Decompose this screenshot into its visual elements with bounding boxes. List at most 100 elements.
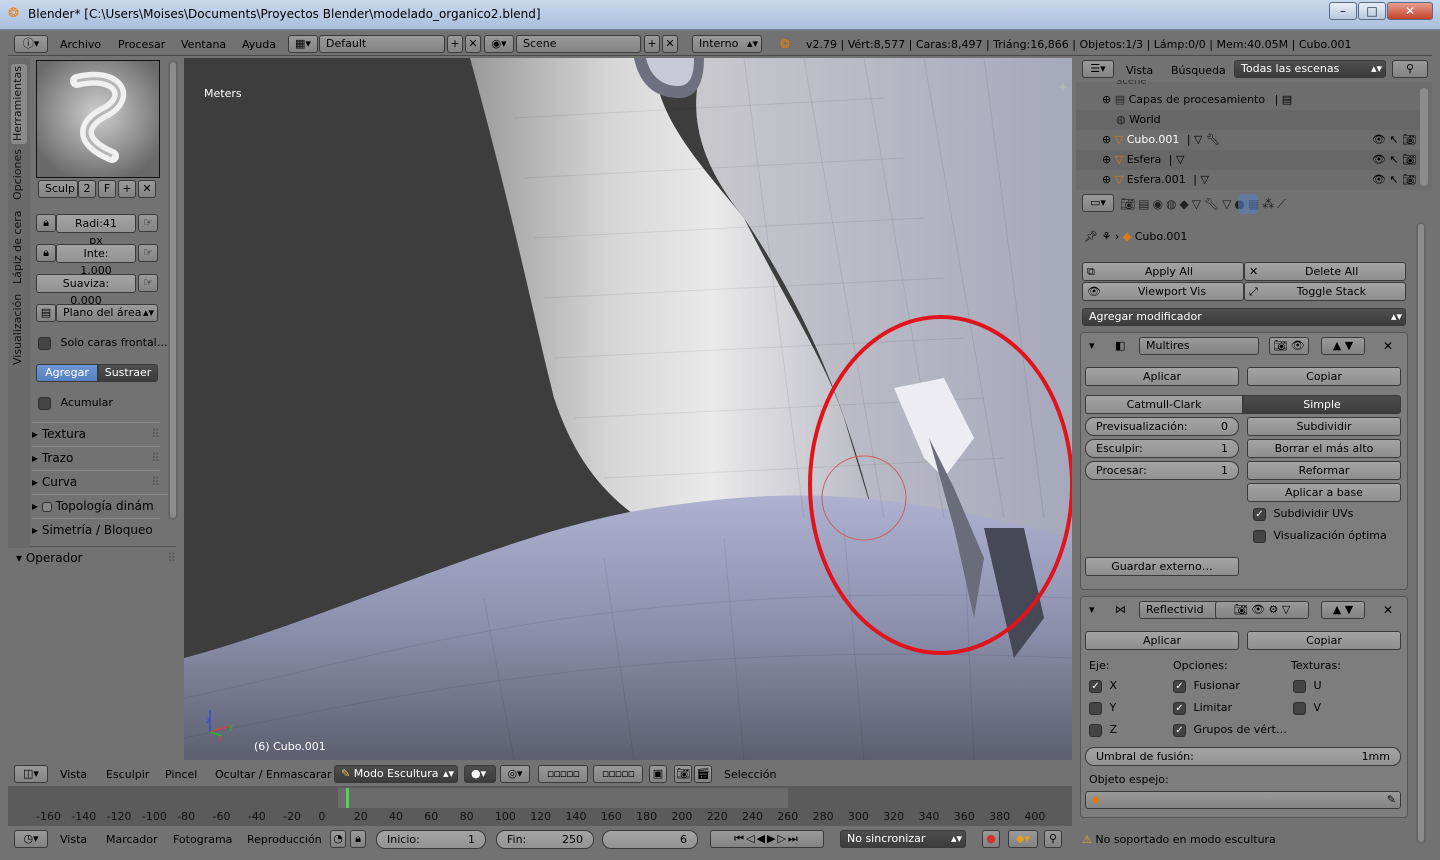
save-external-button[interactable]: Guardar externo… [1085, 557, 1239, 576]
texture-u-check-icon[interactable] [1293, 679, 1306, 693]
lock-icon[interactable]: 🔒︎ [350, 830, 366, 848]
brush-preview[interactable] [36, 60, 160, 178]
sculpt-levels-slider[interactable]: Esculpir: 1 [1085, 439, 1239, 458]
record-icon[interactable]: ● [982, 830, 1000, 848]
outliner-row-world[interactable]: ◍ World [1076, 110, 1420, 130]
add-button[interactable]: Agregar [36, 364, 98, 382]
outliner-row-scene[interactable]: Scene [1076, 80, 1420, 90]
render-icon[interactable]: 📷︎ [674, 765, 692, 783]
mirror-object-field[interactable]: ◆ ✎ [1085, 791, 1401, 809]
reshape-button[interactable]: Reformar [1247, 461, 1401, 480]
outliner-scrollbar[interactable] [1420, 88, 1428, 186]
tab-herramientas[interactable]: Herramientas [11, 64, 27, 144]
merge-checkbox[interactable]: ✓ Fusionar [1173, 679, 1240, 693]
menu-busqueda[interactable]: Búsqueda [1171, 64, 1226, 77]
preview-levels-slider[interactable]: Previsualización: 0 [1085, 417, 1239, 436]
scene-icon[interactable]: ◉▾ [484, 35, 514, 53]
outliner-row-esfera001[interactable]: ⊕ ▽ Esfera.001 | ▽ 👁︎ ↖ 📷︎ [1076, 170, 1420, 190]
remove-multires-icon[interactable]: ✕ [1383, 339, 1393, 353]
merge-check-icon[interactable]: ✓ [1173, 679, 1186, 693]
keyframe-icon[interactable]: ⚲ [1044, 830, 1062, 848]
subtract-button[interactable]: Sustraer [98, 364, 158, 382]
menu-marcador[interactable]: Marcador [106, 833, 158, 846]
clock-icon[interactable]: ◔ [330, 830, 346, 848]
pivot-selector[interactable]: ◎▾ [500, 765, 530, 783]
axis-y-checkbox[interactable]: Y [1089, 701, 1116, 715]
radius-pressure-icon[interactable]: ☞ [138, 214, 158, 232]
editor-type-props-icon[interactable]: ▭▾ [1082, 194, 1114, 212]
panel-curva[interactable]: ▸ Curva ⠿ [32, 470, 160, 492]
multires-move-icons[interactable]: ▲ ▼ [1321, 337, 1365, 355]
axis-x-check-icon[interactable]: ✓ [1089, 679, 1102, 693]
keying-icon[interactable]: ◆▾ [1008, 830, 1038, 848]
menu-ayuda[interactable]: Ayuda [242, 38, 276, 51]
close-button[interactable]: ✕ [1387, 2, 1433, 20]
axis-z-checkbox[interactable]: Z [1089, 723, 1117, 737]
render-anim-icon[interactable]: 🎬︎ [694, 765, 712, 783]
current-frame-field[interactable]: 6 [602, 830, 698, 849]
autosmooth-slider[interactable]: Suaviza: 0.000 [36, 274, 136, 307]
optimal-display-check-icon[interactable] [1253, 529, 1266, 543]
strength-lock-icon[interactable]: 🔒︎ [36, 244, 56, 262]
mirror-visibility-icons[interactable]: 📷︎ 👁︎ ⚙ ▽ [1215, 601, 1309, 619]
add-brush-icon[interactable]: + [118, 180, 136, 198]
add-modifier-selector[interactable]: Agregar modificador ▴▾ [1082, 308, 1406, 326]
tab-opciones[interactable]: Opciones [11, 148, 27, 202]
panel-simetria[interactable]: ▸ Simetría / Bloqueo [32, 518, 160, 540]
collapse-mirror-icon[interactable]: ▾ [1089, 603, 1095, 616]
props-scrollbar[interactable] [1416, 222, 1426, 844]
menu-outliner-vista[interactable]: Vista [1126, 64, 1153, 77]
apply-base-button[interactable]: Aplicar a base [1247, 483, 1401, 502]
outliner-row-esfera[interactable]: ⊕ ▽ Esfera | ▽ 👁︎ ↖ 📷︎ [1076, 150, 1420, 170]
dyntopo-check-icon[interactable] [41, 501, 52, 512]
front-faces-check-icon[interactable] [38, 336, 51, 350]
editor-type-outliner-icon[interactable]: ☰▾ [1082, 60, 1114, 78]
collapse-multires-icon[interactable]: ▾ [1089, 339, 1095, 352]
tab-visualizacion[interactable]: Visualización [11, 292, 27, 366]
shading-selector[interactable]: ●▾ [464, 765, 496, 783]
mirror-move-icons[interactable]: ▲ ▼ [1321, 601, 1365, 619]
outliner-filter-selector[interactable]: Todas las escenas ▴▾ [1234, 60, 1386, 78]
maximize-button[interactable]: □ [1358, 2, 1386, 20]
lock-layers-icon[interactable]: ▣ [649, 765, 667, 783]
start-frame-field[interactable]: Inicio: 1 [376, 830, 486, 849]
outliner-row-layers[interactable]: ⊕ ▤ Capas de procesamiento | ▤ [1076, 90, 1420, 110]
outliner-row-cubo[interactable]: ⊕ ▽ Cubo.001 | ▽ 🔧︎ 👁︎ ↖ 📷︎ [1076, 130, 1420, 150]
panel-trazo[interactable]: ▸ Trazo ⠿ [32, 446, 160, 468]
layers-1-icon[interactable]: ▫▫▫▫▫ [538, 765, 588, 783]
end-frame-field[interactable]: Fin: 250 [496, 830, 594, 849]
toolshelf-scrollbar[interactable] [168, 60, 178, 520]
accumulate-checkbox[interactable]: Acumular [38, 396, 113, 410]
subdiv-uvs-checkbox[interactable]: ✓ Subdividir UVs [1253, 507, 1353, 521]
sculpt-plane-icon[interactable]: ▤ [36, 304, 56, 322]
menu-pincel[interactable]: Pincel [165, 768, 197, 781]
editor-type-3d-icon[interactable]: ◫▾ [14, 765, 48, 783]
layout-selector[interactable]: Default [319, 35, 445, 53]
clipping-checkbox[interactable]: ✓ Limitar [1173, 701, 1232, 715]
menu-esculpir[interactable]: Esculpir [106, 768, 149, 781]
layers-2-icon[interactable]: ▫▫▫▫▫ [593, 765, 643, 783]
remove-scene-icon[interactable]: ✕ [662, 35, 678, 53]
remove-brush-icon[interactable]: ✕ [138, 180, 156, 198]
multires-apply-button[interactable]: Aplicar [1085, 367, 1239, 386]
front-faces-checkbox[interactable]: Solo caras frontal… [38, 336, 168, 350]
sculpt-plane-selector[interactable]: Plano del área ▴▾ [56, 304, 158, 322]
panel-textura[interactable]: ▸ Textura ⠿ [32, 422, 160, 444]
render-levels-slider[interactable]: Procesar: 1 [1085, 461, 1239, 480]
delete-all-button[interactable]: ✕ Delete All [1244, 262, 1406, 281]
3d-viewport[interactable]: Meters z y x (6) Cubo.001 + [184, 58, 1072, 760]
outliner-search-icon[interactable]: ⚲ [1392, 60, 1428, 78]
multires-copy-button[interactable]: Copiar [1247, 367, 1401, 386]
remove-mirror-icon[interactable]: ✕ [1383, 603, 1393, 617]
menu-fotograma[interactable]: Fotograma [173, 833, 232, 846]
sync-selector[interactable]: No sincronizar ▴▾ [840, 830, 966, 848]
menu-ocultar[interactable]: Ocultar / Enmascarar [215, 768, 332, 781]
accumulate-check-icon[interactable] [38, 396, 51, 410]
multires-name-field[interactable]: Multires [1139, 337, 1259, 355]
editor-type-timeline-icon[interactable]: ◷▾ [14, 830, 48, 848]
merge-limit-slider[interactable]: Umbral de fusión: 1mm [1085, 747, 1401, 766]
menu-ventana[interactable]: Ventana [181, 38, 226, 51]
modifier-tab-active-icon[interactable] [1238, 194, 1258, 214]
apply-all-button[interactable]: ⧉ Apply All [1082, 262, 1244, 281]
menu-reproduccion[interactable]: Reproducción [247, 833, 322, 846]
